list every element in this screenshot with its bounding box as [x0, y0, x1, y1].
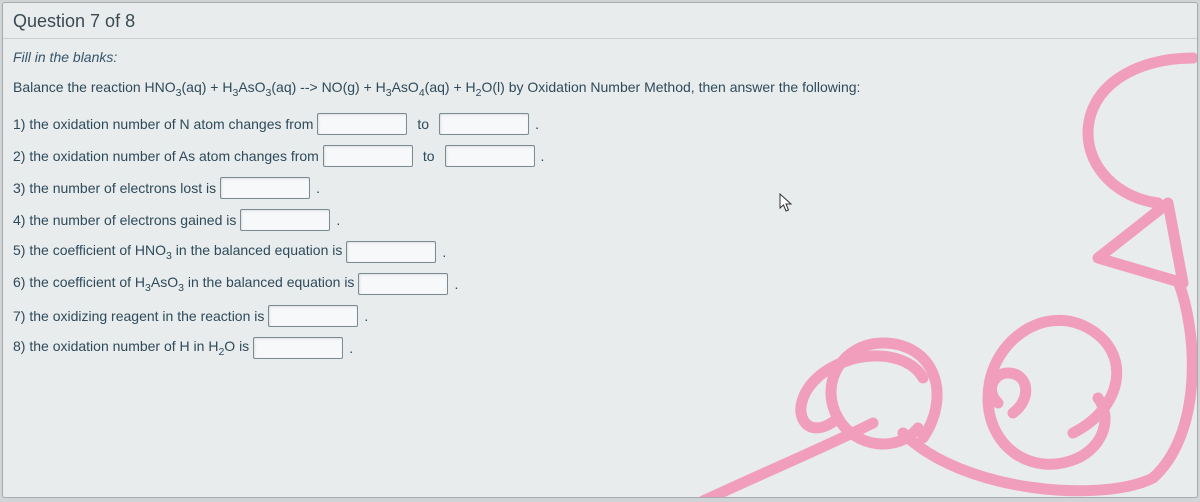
reaction-part: (aq) + H [182, 79, 233, 95]
reaction-part: (aq) --> NO(g) + H [271, 79, 385, 95]
q5-text: in the balanced equation is [172, 242, 342, 258]
period: . [541, 148, 545, 164]
question-panel: Question 7 of 8 Fill in the blanks: Bala… [2, 2, 1198, 498]
q6-label: 6) the coefficient of H3AsO3 in the bala… [13, 274, 354, 294]
reaction-part: HNO [145, 79, 176, 95]
q6-text: AsO [151, 274, 178, 290]
q6-input[interactable] [358, 273, 448, 295]
q1-input-from[interactable] [317, 113, 407, 135]
q8-text: O is [224, 338, 249, 354]
reaction-part: AsO [392, 79, 419, 95]
reaction-part: (aq) + H [425, 79, 476, 95]
reaction-text: Balance the reaction HNO3(aq) + H3AsO3(a… [13, 79, 1187, 99]
period: . [336, 212, 340, 228]
question-header: Question 7 of 8 [3, 3, 1197, 39]
q8-text: 8) the oxidation number of H in H [13, 338, 218, 354]
period: . [364, 308, 368, 324]
question-row-4: 4) the number of electrons gained is . [13, 209, 1187, 231]
q2-label: 2) the oxidation number of As atom chang… [13, 148, 319, 164]
period: . [454, 276, 458, 292]
q6-text: 6) the coefficient of H [13, 274, 145, 290]
question-row-3: 3) the number of electrons lost is . [13, 177, 1187, 199]
q5-input[interactable] [346, 241, 436, 263]
reaction-part: O(l) by Oxidation Number Method, then an… [481, 79, 860, 95]
q2-input-from[interactable] [323, 145, 413, 167]
q3-input[interactable] [220, 177, 310, 199]
question-row-5: 5) the coefficient of HNO3 in the balanc… [13, 241, 1187, 263]
to-label: to [417, 116, 429, 132]
reaction-prefix: Balance the reaction [13, 79, 145, 95]
question-title: Question 7 of 8 [13, 11, 135, 31]
reaction-part: AsO [238, 79, 265, 95]
period: . [442, 244, 446, 260]
q5-text: 5) the coefficient of HNO [13, 242, 166, 258]
question-body: Fill in the blanks: Balance the reaction… [3, 39, 1197, 379]
q5-label: 5) the coefficient of HNO3 in the balanc… [13, 242, 342, 262]
q7-input[interactable] [268, 305, 358, 327]
question-row-1: 1) the oxidation number of N atom change… [13, 113, 1187, 135]
q1-input-to[interactable] [439, 113, 529, 135]
period: . [535, 116, 539, 132]
q8-input[interactable] [253, 337, 343, 359]
q7-label: 7) the oxidizing reagent in the reaction… [13, 308, 264, 324]
q1-label: 1) the oxidation number of N atom change… [13, 116, 313, 132]
question-row-8: 8) the oxidation number of H in H2O is . [13, 337, 1187, 359]
question-row-6: 6) the coefficient of H3AsO3 in the bala… [13, 273, 1187, 295]
q4-label: 4) the number of electrons gained is [13, 212, 236, 228]
question-row-2: 2) the oxidation number of As atom chang… [13, 145, 1187, 167]
instruction-text: Fill in the blanks: [13, 49, 1187, 65]
q2-input-to[interactable] [445, 145, 535, 167]
q3-label: 3) the number of electrons lost is [13, 180, 216, 196]
question-row-7: 7) the oxidizing reagent in the reaction… [13, 305, 1187, 327]
period: . [349, 340, 353, 356]
q6-text: in the balanced equation is [184, 274, 354, 290]
q8-label: 8) the oxidation number of H in H2O is [13, 338, 249, 358]
period: . [316, 180, 320, 196]
to-label: to [423, 148, 435, 164]
q4-input[interactable] [240, 209, 330, 231]
